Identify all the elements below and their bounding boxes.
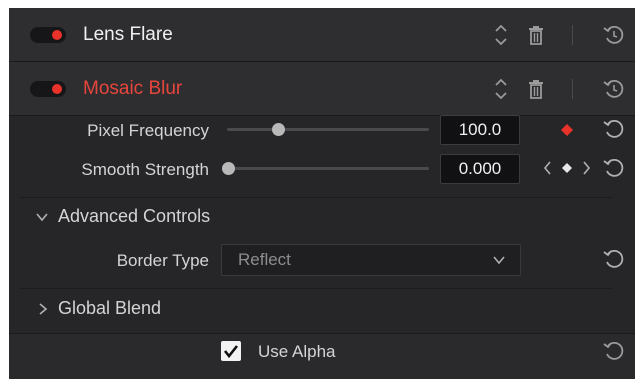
trash-icon[interactable]	[527, 76, 545, 102]
pixel-frequency-value-field[interactable]: 100.0	[440, 115, 520, 145]
smooth-strength-value-field[interactable]: 0.000	[440, 154, 520, 184]
reset-icon[interactable]	[602, 338, 626, 364]
pixel-frequency-label: Pixel Frequency	[87, 121, 209, 140]
chevron-down-icon	[493, 256, 505, 265]
mosaic-blur-title: Mosaic Blur	[83, 78, 183, 99]
advanced-controls-title[interactable]: Advanced Controls	[58, 206, 210, 227]
reset-icon[interactable]	[602, 155, 626, 181]
border-type-selected-value: Reflect	[238, 250, 291, 269]
chevron-right-icon[interactable]	[36, 302, 50, 316]
effect-header-lens-flare[interactable]: Lens Flare	[9, 8, 635, 62]
reset-icon[interactable]	[602, 246, 626, 272]
lens-flare-enable-toggle[interactable]	[30, 27, 66, 43]
pixel-frequency-slider-track[interactable]	[227, 128, 429, 131]
toggle-on-indicator	[52, 84, 62, 94]
keyframe-nav-icon[interactable]	[543, 159, 591, 177]
lens-flare-title: Lens Flare	[83, 24, 173, 45]
keyframe-diamond-icon[interactable]	[559, 122, 575, 138]
toggle-on-indicator	[52, 30, 62, 40]
chevron-down-icon[interactable]	[35, 210, 49, 224]
reset-icon[interactable]	[602, 76, 626, 102]
effect-header-mosaic-blur[interactable]: Mosaic Blur	[9, 62, 635, 116]
use-alpha-checkbox[interactable]	[221, 341, 241, 361]
header-separator	[572, 79, 573, 99]
smooth-strength-slider-track[interactable]	[227, 167, 429, 170]
border-type-dropdown[interactable]: Reflect	[221, 244, 521, 276]
reset-icon[interactable]	[602, 22, 626, 48]
updown-chevrons-icon[interactable]	[493, 76, 509, 102]
effects-inspector-panel: Lens Flare Mosaic Blur Pixel Frequency 1…	[9, 8, 635, 379]
header-separator	[572, 25, 573, 45]
border-type-label: Border Type	[116, 251, 209, 270]
section-divider	[19, 288, 613, 289]
checkmark-icon	[223, 345, 239, 359]
reset-icon[interactable]	[602, 116, 626, 142]
global-blend-title[interactable]: Global Blend	[58, 298, 161, 319]
smooth-strength-label: Smooth Strength	[81, 160, 209, 179]
section-divider	[19, 197, 613, 198]
trash-icon[interactable]	[527, 22, 545, 48]
use-alpha-label: Use Alpha	[258, 342, 336, 361]
pixel-frequency-slider-thumb[interactable]	[272, 123, 285, 136]
updown-chevrons-icon[interactable]	[493, 22, 509, 48]
smooth-strength-slider-thumb[interactable]	[222, 162, 235, 175]
mosaic-blur-enable-toggle[interactable]	[30, 81, 66, 97]
